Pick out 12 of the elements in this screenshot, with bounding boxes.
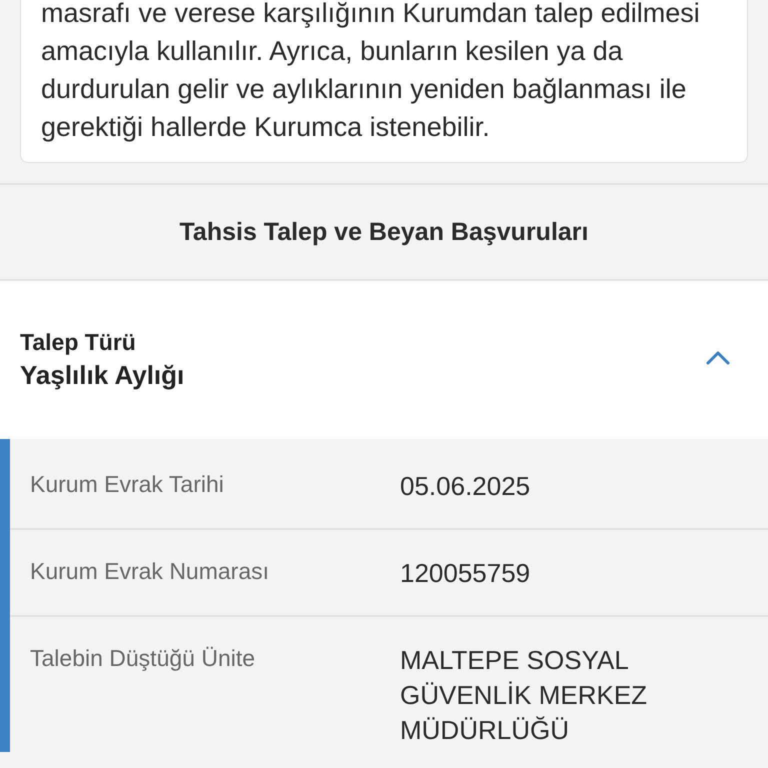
detail-value: MALTEPE SOSYAL GÜVENLİK MERKEZ MÜDÜRLÜĞÜ <box>400 644 648 747</box>
detail-label: Kurum Evrak Tarihi <box>30 470 225 499</box>
detail-value: 05.06.2025 <box>400 470 532 503</box>
accordion-header[interactable]: Talep Türü Yaşlılık Aylığı <box>0 281 768 439</box>
request-type-value: Yaşlılık Aylığı <box>20 360 184 391</box>
request-type-label: Talep Türü <box>20 329 137 356</box>
detail-value: 120055759 <box>400 557 532 590</box>
info-paragraph: masrafı ve verese karşılığının Kurumdan talep edilmesi amacıyla kullanılır. Ayrıca, bunların kesilen ya da durdurulan gelir ve aylıklarının yeniden bağlanması ile gerektiği hallerde Kurumca istenebilir. <box>41 0 701 144</box>
chevron-up-icon[interactable] <box>706 351 730 365</box>
detail-label: Kurum Evrak Numarası <box>30 557 270 586</box>
section-title: Tahsis Talep ve Beyan Başvuruları <box>180 218 588 246</box>
detail-label: Talebin Düştüğü Ünite <box>30 644 256 673</box>
